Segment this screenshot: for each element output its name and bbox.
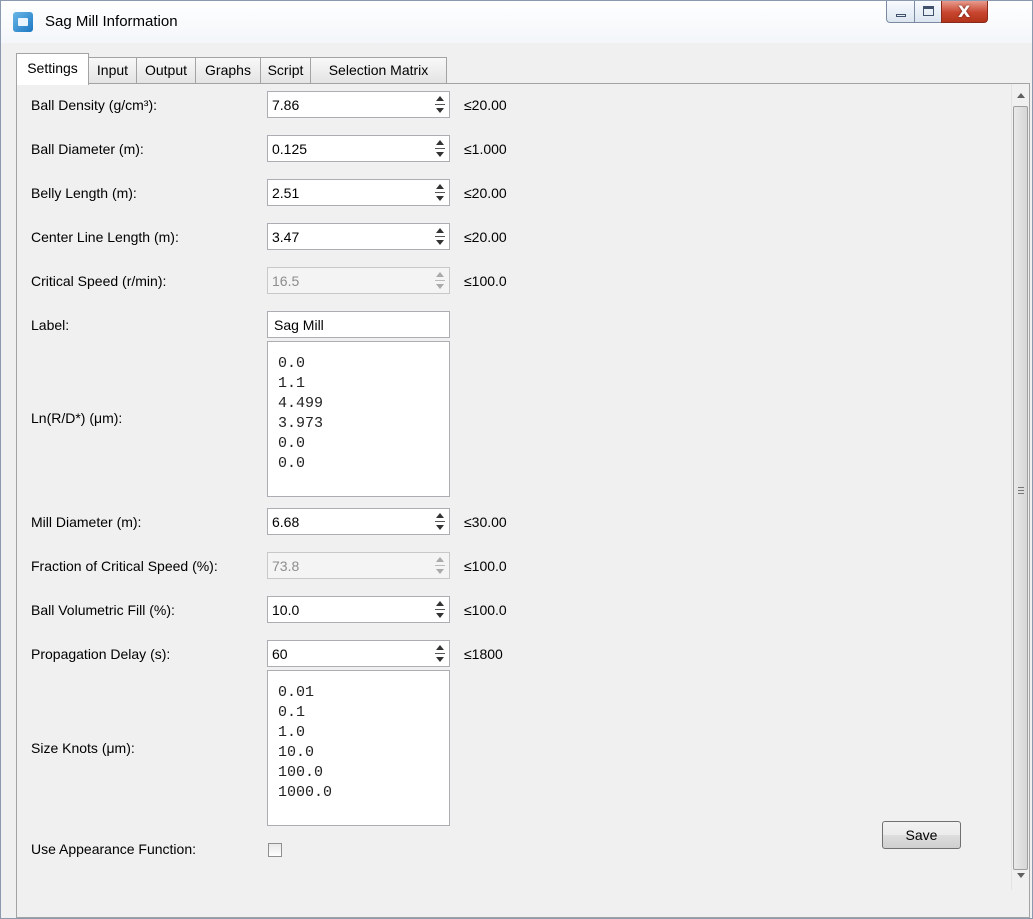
spin-arrows-icon[interactable] — [435, 644, 446, 663]
list-item: 0.01 — [278, 684, 315, 701]
label-input[interactable] — [268, 312, 444, 337]
belly-length-spinbox[interactable] — [267, 179, 450, 206]
tab-settings[interactable]: Settings — [16, 53, 89, 85]
scroll-up-arrow-icon[interactable] — [1017, 93, 1025, 98]
ball-density-limit: ≤20.00 — [464, 97, 507, 113]
title-bar: Sag Mill Information X — [1, 1, 1032, 43]
critical-speed-label: Critical Speed (r/min): — [31, 273, 167, 289]
close-button[interactable]: X — [941, 1, 988, 23]
scrollbar-thumb[interactable] — [1013, 106, 1028, 870]
propagation-delay-input[interactable] — [268, 641, 430, 666]
fraction-critical-speed-label: Fraction of Critical Speed (%): — [31, 558, 218, 574]
grip-icon — [1018, 487, 1024, 494]
maximize-button[interactable] — [914, 1, 942, 23]
propagation-delay-limit: ≤1800 — [464, 646, 503, 662]
mill-diameter-input[interactable] — [268, 509, 430, 534]
close-icon: X — [958, 2, 971, 21]
vertical-scrollbar[interactable] — [1011, 84, 1029, 890]
size-knots-label: Size Knots (μm): — [31, 740, 135, 756]
list-item: 1000.0 — [278, 784, 333, 801]
ln-rd-list[interactable]: 0.0 1.1 4.499 3.973 0.0 0.0 — [267, 341, 450, 497]
tab-output[interactable]: Output — [136, 57, 196, 84]
ln-rd-label: Ln(R/D*) (μm): — [31, 410, 123, 426]
ball-volumetric-fill-spinbox[interactable] — [267, 596, 450, 623]
scroll-down-arrow-icon[interactable] — [1017, 873, 1025, 878]
center-line-length-input[interactable] — [268, 224, 430, 249]
list-item: 0.0 — [278, 435, 306, 452]
list-item: 1.1 — [278, 375, 306, 392]
label-field-label: Label: — [31, 317, 70, 333]
mill-diameter-label: Mill Diameter (m): — [31, 514, 142, 530]
use-appearance-function-label: Use Appearance Function: — [31, 841, 196, 857]
spin-arrows-icon — [435, 271, 446, 290]
ball-density-label: Ball Density (g/cm³): — [31, 97, 158, 113]
belly-length-label: Belly Length (m): — [31, 185, 137, 201]
size-knots-list[interactable]: 0.01 0.1 1.0 10.0 100.0 1000.0 — [267, 670, 450, 826]
spin-arrows-icon[interactable] — [435, 512, 446, 531]
ball-diameter-input[interactable] — [268, 136, 430, 161]
ball-volumetric-fill-input[interactable] — [268, 597, 430, 622]
ball-volumetric-fill-label: Ball Volumetric Fill (%): — [31, 602, 175, 618]
fraction-critical-speed-spinbox — [267, 552, 450, 579]
spin-arrows-icon[interactable] — [435, 227, 446, 246]
minimize-button[interactable] — [886, 1, 915, 23]
center-line-length-label: Center Line Length (m): — [31, 229, 179, 245]
propagation-delay-spinbox[interactable] — [267, 640, 450, 667]
list-item: 10.0 — [278, 744, 315, 761]
spin-arrows-icon[interactable] — [435, 139, 446, 158]
ball-diameter-spinbox[interactable] — [267, 135, 450, 162]
fraction-critical-speed-input — [268, 553, 430, 578]
list-item: 1.0 — [278, 724, 306, 741]
list-item: 0.1 — [278, 704, 306, 721]
sag-mill-window: Sag Mill Information X Settings Input Ou… — [0, 0, 1033, 919]
ball-diameter-label: Ball Diameter (m): — [31, 141, 144, 157]
use-appearance-function-checkbox[interactable] — [268, 843, 282, 857]
spin-arrows-icon — [435, 556, 446, 575]
save-button[interactable]: Save — [882, 821, 961, 849]
ball-volumetric-fill-limit: ≤100.0 — [464, 602, 507, 618]
spin-arrows-icon[interactable] — [435, 95, 446, 114]
tab-script[interactable]: Script — [260, 57, 311, 84]
list-item: 4.499 — [278, 395, 324, 412]
mill-diameter-limit: ≤30.00 — [464, 514, 507, 530]
maximize-icon — [923, 6, 934, 16]
critical-speed-input — [268, 268, 430, 293]
list-item: 0.0 — [278, 455, 306, 472]
mill-diameter-spinbox[interactable] — [267, 508, 450, 535]
settings-panel: Ball Density (g/cm³): ≤20.00 Ball Diamet… — [16, 83, 1030, 918]
label-field[interactable] — [267, 311, 450, 338]
ball-diameter-limit: ≤1.000 — [464, 141, 507, 157]
ball-density-input[interactable] — [268, 92, 430, 117]
ball-density-spinbox[interactable] — [267, 91, 450, 118]
critical-speed-limit: ≤100.0 — [464, 273, 507, 289]
list-item: 100.0 — [278, 764, 324, 781]
list-item: 3.973 — [278, 415, 324, 432]
fraction-critical-speed-limit: ≤100.0 — [464, 558, 507, 574]
app-icon — [13, 12, 33, 32]
list-item: 0.0 — [278, 355, 306, 372]
tab-input[interactable]: Input — [88, 57, 137, 84]
tab-graphs[interactable]: Graphs — [195, 57, 261, 84]
center-line-length-limit: ≤20.00 — [464, 229, 507, 245]
belly-length-input[interactable] — [268, 180, 430, 205]
tab-selection-matrix[interactable]: Selection Matrix — [310, 57, 447, 84]
propagation-delay-label: Propagation Delay (s): — [31, 646, 171, 662]
critical-speed-spinbox — [267, 267, 450, 294]
window-title: Sag Mill Information — [45, 13, 178, 30]
spin-arrows-icon[interactable] — [435, 600, 446, 619]
minimize-icon — [896, 14, 906, 17]
center-line-length-spinbox[interactable] — [267, 223, 450, 250]
spin-arrows-icon[interactable] — [435, 183, 446, 202]
belly-length-limit: ≤20.00 — [464, 185, 507, 201]
